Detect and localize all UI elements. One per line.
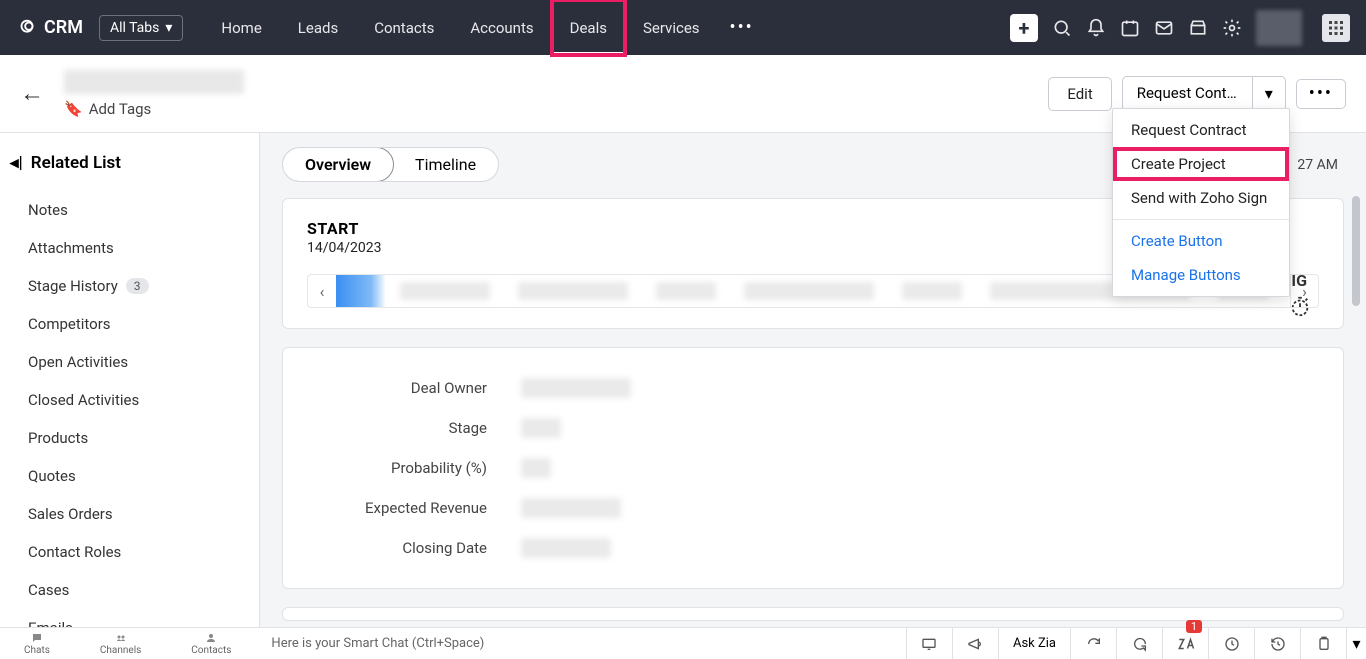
dropdown-create-project[interactable]: Create Project bbox=[1113, 147, 1289, 181]
related-closed-activities[interactable]: Closed Activities bbox=[14, 381, 243, 419]
nav-deals[interactable]: Deals bbox=[552, 0, 625, 55]
edit-button[interactable]: Edit bbox=[1048, 77, 1111, 111]
stage-segment[interactable] bbox=[656, 282, 716, 300]
calendar-icon[interactable] bbox=[1120, 18, 1140, 38]
bottom-clipboard-icon[interactable] bbox=[1300, 628, 1346, 659]
related-sales-orders[interactable]: Sales Orders bbox=[14, 495, 243, 533]
label-expected-revenue: Expected Revenue bbox=[307, 499, 487, 517]
bottom-screen-icon[interactable] bbox=[906, 628, 952, 659]
app-name: CRM bbox=[44, 17, 83, 38]
bottom-sync-icon[interactable] bbox=[1116, 628, 1162, 659]
dropdown-manage-buttons[interactable]: Manage Buttons bbox=[1113, 258, 1289, 292]
top-navbar: CRM All Tabs ▾ Home Leads Contacts Accou… bbox=[0, 0, 1366, 55]
stage-segment[interactable] bbox=[902, 282, 962, 300]
tag-icon: 🔖 bbox=[64, 100, 83, 118]
main-scrollbar[interactable] bbox=[1352, 196, 1360, 306]
stage-history-badge: 3 bbox=[126, 278, 149, 294]
bottom-collapse-caret[interactable]: ▾ bbox=[1346, 628, 1366, 659]
related-list-title: Related List bbox=[31, 153, 121, 173]
collapse-icon: ◂| bbox=[10, 153, 23, 173]
crm-logo[interactable]: CRM bbox=[16, 17, 83, 39]
split-caret-button[interactable]: ▾ bbox=[1253, 77, 1285, 110]
ask-zia-button[interactable]: Ask Zia bbox=[998, 628, 1070, 659]
related-competitors[interactable]: Competitors bbox=[14, 305, 243, 343]
label-deal-owner: Deal Owner bbox=[307, 379, 487, 397]
bottom-chats[interactable]: Chats bbox=[24, 632, 50, 656]
gear-icon[interactable] bbox=[1222, 18, 1242, 38]
view-toggle: Overview Timeline bbox=[282, 147, 499, 182]
caret-down-icon: ▾ bbox=[165, 20, 172, 36]
dropdown-request-contract[interactable]: Request Contract bbox=[1113, 113, 1289, 147]
nav-contacts[interactable]: Contacts bbox=[356, 0, 452, 55]
request-contract-split-button: Request Contr... ▾ bbox=[1122, 76, 1286, 111]
nav-home[interactable]: Home bbox=[203, 0, 279, 55]
nav-services[interactable]: Services bbox=[625, 0, 718, 55]
related-contact-roles[interactable]: Contact Roles bbox=[14, 533, 243, 571]
nav-leads[interactable]: Leads bbox=[280, 0, 356, 55]
dropdown-separator bbox=[1113, 219, 1289, 220]
time-text: 27 AM bbox=[1297, 157, 1338, 173]
related-products[interactable]: Products bbox=[14, 419, 243, 457]
stage-next-button[interactable]: › bbox=[1290, 275, 1318, 307]
value-stage bbox=[521, 418, 561, 438]
more-actions-button[interactable]: ••• bbox=[1296, 79, 1346, 109]
nav-more-icon[interactable]: ••• bbox=[718, 17, 766, 38]
notification-badge: 1 bbox=[1186, 620, 1202, 633]
stage-fill bbox=[336, 275, 386, 307]
related-quotes[interactable]: Quotes bbox=[14, 457, 243, 495]
apps-grid-icon[interactable] bbox=[1322, 14, 1350, 42]
bottom-announce-icon[interactable] bbox=[952, 628, 998, 659]
stage-segment[interactable] bbox=[518, 282, 628, 300]
user-avatar[interactable] bbox=[1256, 10, 1302, 46]
add-record-button[interactable]: + bbox=[1010, 14, 1038, 42]
record-title bbox=[64, 70, 244, 94]
related-notes[interactable]: Notes bbox=[14, 191, 243, 229]
all-tabs-dropdown[interactable]: All Tabs ▾ bbox=[99, 15, 183, 41]
related-list-pane: ◂| Related List Notes Attachments Stage … bbox=[0, 133, 260, 627]
stage-prev-button[interactable]: ‹ bbox=[308, 275, 336, 307]
bell-icon[interactable] bbox=[1086, 18, 1106, 38]
value-deal-owner bbox=[521, 378, 631, 398]
mail-icon[interactable] bbox=[1154, 18, 1174, 38]
tab-timeline[interactable]: Timeline bbox=[393, 148, 498, 181]
stage-segment[interactable] bbox=[744, 282, 874, 300]
label-stage: Stage bbox=[307, 419, 487, 437]
add-tags-label: Add Tags bbox=[89, 100, 152, 118]
smart-chat-hint[interactable]: Here is your Smart Chat (Ctrl+Space) bbox=[271, 636, 484, 651]
stage-segment[interactable] bbox=[400, 282, 490, 300]
bottom-channels[interactable]: Channels bbox=[100, 632, 141, 656]
bottom-contacts[interactable]: Contacts bbox=[191, 632, 231, 656]
bottom-clock-icon[interactable] bbox=[1208, 628, 1254, 659]
related-emails[interactable]: Emails bbox=[14, 609, 243, 627]
value-expected-revenue bbox=[521, 498, 621, 518]
dropdown-create-button[interactable]: Create Button bbox=[1113, 224, 1289, 258]
value-probability bbox=[521, 458, 551, 478]
next-card-peek bbox=[282, 607, 1344, 621]
request-contract-button[interactable]: Request Contr... bbox=[1123, 77, 1253, 110]
label-probability: Probability (%) bbox=[307, 459, 487, 477]
related-attachments[interactable]: Attachments bbox=[14, 229, 243, 267]
related-stage-history[interactable]: Stage History3 bbox=[14, 267, 243, 305]
related-open-activities[interactable]: Open Activities bbox=[14, 343, 243, 381]
actions-dropdown: Request Contract Create Project Send wit… bbox=[1112, 108, 1290, 297]
details-card: Deal Owner Stage Probability (%) Expecte… bbox=[282, 347, 1344, 589]
store-icon[interactable] bbox=[1188, 18, 1208, 38]
bottom-za-icon[interactable]: 1 bbox=[1162, 628, 1208, 659]
nav-accounts[interactable]: Accounts bbox=[452, 0, 551, 55]
related-list-header[interactable]: ◂| Related List bbox=[10, 153, 243, 173]
bottom-bar: Chats Channels Contacts Here is your Sma… bbox=[0, 627, 1366, 659]
back-arrow-icon[interactable]: ← bbox=[20, 79, 44, 108]
search-icon[interactable] bbox=[1052, 18, 1072, 38]
all-tabs-label: All Tabs bbox=[110, 20, 159, 36]
bottom-rotate-icon[interactable] bbox=[1070, 628, 1116, 659]
add-tags-button[interactable]: 🔖 Add Tags bbox=[64, 100, 244, 118]
dropdown-send-zoho-sign[interactable]: Send with Zoho Sign bbox=[1113, 181, 1289, 215]
tab-overview[interactable]: Overview bbox=[282, 147, 394, 182]
label-closing-date: Closing Date bbox=[307, 539, 487, 557]
value-closing-date bbox=[521, 538, 611, 558]
bottom-history-icon[interactable] bbox=[1254, 628, 1300, 659]
related-cases[interactable]: Cases bbox=[14, 571, 243, 609]
nav-items: Home Leads Contacts Accounts Deals Servi… bbox=[203, 0, 765, 55]
